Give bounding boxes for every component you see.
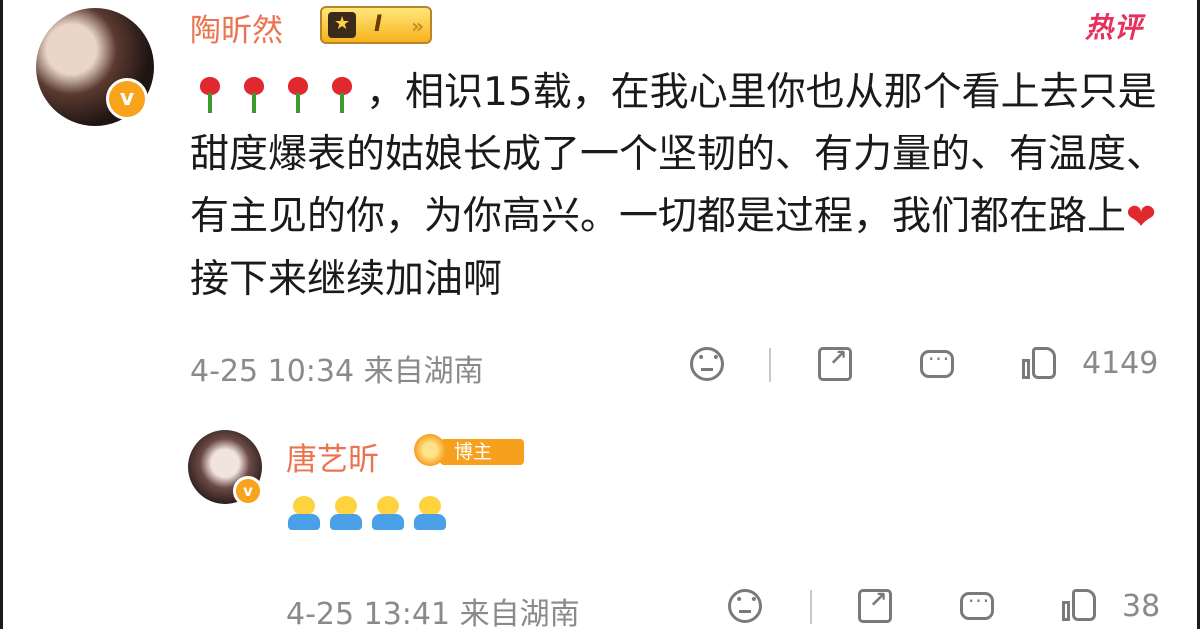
rose-icon <box>190 75 230 115</box>
chevron-right-icon: » <box>411 14 424 38</box>
crown-icon <box>328 12 356 38</box>
share-icon[interactable] <box>818 346 852 381</box>
left-frame-border <box>0 0 3 629</box>
rose-icon <box>278 75 318 115</box>
thumbs-up-icon[interactable] <box>1062 587 1098 623</box>
reply-like-count: 38 <box>1122 589 1161 624</box>
reply-text <box>286 496 454 536</box>
comment-body-tail: 接下来继续加油啊 <box>190 257 503 302</box>
reply-location: 来自湖南 <box>459 597 580 632</box>
verified-badge-icon: v <box>233 476 263 506</box>
crown-icon <box>414 434 446 466</box>
thumbs-up-icon[interactable] <box>1022 345 1058 381</box>
comment-icon[interactable] <box>960 589 994 620</box>
hug-emoji-icon <box>412 496 448 532</box>
level-badge[interactable]: I » <box>320 6 432 44</box>
hug-emoji-icon <box>286 496 322 532</box>
hug-emoji-icon <box>370 496 406 532</box>
replier-username[interactable]: 唐艺昕 <box>286 434 379 479</box>
share-icon[interactable] <box>858 588 892 623</box>
hug-emoji-icon <box>328 496 364 532</box>
rose-icon <box>234 75 274 115</box>
action-divider <box>769 348 771 382</box>
reply-meta: 4-25 13:41 来自湖南 <box>286 589 580 633</box>
sad-face-icon[interactable] <box>690 347 724 381</box>
comment-text: ，相识15载，在我心里你也从那个看上去只是甜度爆表的姑娘长成了一个坚韧的、有力量… <box>190 62 1170 311</box>
action-divider <box>810 590 812 624</box>
comment-icon[interactable] <box>920 347 954 378</box>
rose-icon <box>322 75 362 115</box>
heart-icon: ❤ <box>1126 197 1157 238</box>
hot-comment-label: 热评 <box>1085 11 1144 44</box>
level-label: I <box>374 12 383 37</box>
comment-date: 4-25 10:34 <box>190 354 355 389</box>
like-count: 4149 <box>1082 346 1159 381</box>
commenter-username[interactable]: 陶昕然 <box>190 5 283 50</box>
comment-location: 来自湖南 <box>363 354 484 389</box>
verified-badge-icon: v <box>106 78 148 120</box>
reply-date: 4-25 13:41 <box>286 597 451 632</box>
comment-meta: 4-25 10:34 来自湖南 <box>190 346 484 390</box>
sad-face-icon[interactable] <box>728 589 762 623</box>
blogger-label: 博主 <box>440 439 524 465</box>
